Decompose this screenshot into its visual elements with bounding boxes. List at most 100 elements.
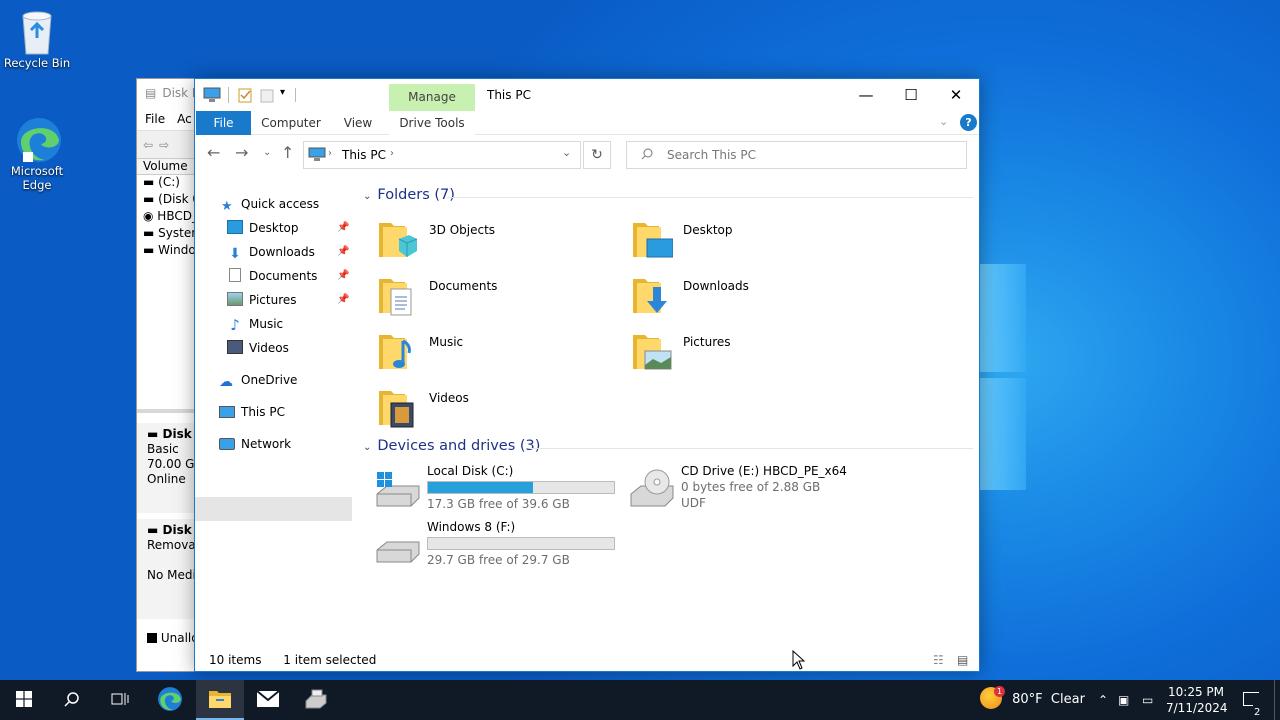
cd-drive-icon: [630, 469, 674, 507]
taskbar-mail[interactable]: [244, 680, 292, 720]
menu-action[interactable]: Ac: [177, 112, 192, 126]
recent-locations-chevron-icon[interactable]: ⌄: [263, 147, 271, 158]
tab-computer[interactable]: Computer: [259, 111, 323, 135]
nav-network[interactable]: Network: [219, 433, 291, 455]
cloud-icon: ☁: [219, 374, 233, 390]
meet-now-icon[interactable]: ▣: [1118, 680, 1134, 720]
properties-icon[interactable]: [237, 87, 253, 106]
folder-documents[interactable]: Documents: [377, 273, 627, 321]
file-explorer-icon: [209, 691, 231, 708]
task-view-button[interactable]: [96, 680, 144, 720]
devices-group-header[interactable]: ⌄ Devices and drives (3): [363, 438, 540, 454]
manage-context-tab[interactable]: Manage: [389, 84, 475, 111]
tab-drive-tools[interactable]: Drive Tools: [389, 111, 475, 135]
recycle-bin-icon: [15, 8, 59, 55]
edge-icon: [15, 116, 61, 162]
up-arrow-icon[interactable]: ↑: [281, 143, 294, 162]
expand-ribbon-icon[interactable]: ⌄: [939, 115, 948, 128]
taskbar-disk-management[interactable]: [292, 680, 340, 720]
picture-icon: [227, 292, 243, 306]
weather-widget[interactable]: 1 80°F Clear: [980, 680, 1086, 720]
drive-f[interactable]: Windows 8 (F:) 29.7 GB free of 29.7 GB: [375, 520, 625, 572]
nav-downloads[interactable]: ⬇ Downloads: [227, 241, 315, 263]
folder-pictures[interactable]: Pictures: [631, 329, 881, 377]
drive-label: CD Drive (E:) HBCD_PE_x64: [681, 464, 847, 478]
nav-onedrive[interactable]: ☁ OneDrive: [219, 369, 297, 391]
breadcrumb-separator-icon[interactable]: ›: [328, 148, 332, 159]
folder-desktop[interactable]: Desktop: [631, 217, 881, 265]
drive-c[interactable]: Local Disk (C:) 17.3 GB free of 39.6 GB: [375, 464, 625, 516]
nav-videos[interactable]: Videos: [227, 337, 289, 359]
folder-music[interactable]: Music: [377, 329, 627, 377]
action-center-button[interactable]: 2: [1236, 680, 1266, 720]
qat-customize-icon[interactable]: ▾: [280, 87, 285, 98]
collapse-chevron-icon[interactable]: ⌄: [363, 191, 371, 202]
desktop-folder-icon: [633, 223, 673, 258]
search-button[interactable]: [48, 680, 96, 720]
show-desktop-button[interactable]: [1274, 680, 1280, 720]
drive-free-space: 29.7 GB free of 29.7 GB: [427, 553, 570, 567]
nav-this-pc[interactable]: This PC: [219, 401, 285, 423]
tiles-view-icon[interactable]: ▤: [957, 653, 968, 667]
network-tray-icon[interactable]: ▭: [1142, 680, 1160, 720]
close-button[interactable]: ✕: [933, 79, 979, 111]
pin-icon[interactable]: 📌: [337, 294, 349, 305]
film-icon: [227, 340, 243, 354]
drive-usage-bar: [427, 537, 615, 550]
clock[interactable]: 10:25 PM 7/11/2024: [1166, 680, 1228, 720]
taskbar: 1 80°F Clear ⌃ ▣ ▭ 10:25 PM 7/11/2024 2: [0, 680, 1280, 720]
help-button[interactable]: ?: [960, 114, 977, 131]
drive-e[interactable]: CD Drive (E:) HBCD_PE_x64 0 bytes free o…: [629, 464, 879, 516]
minimize-button[interactable]: —: [843, 79, 889, 111]
desktop-icon-recycle-bin[interactable]: Recycle Bin: [0, 8, 74, 70]
folder-label: Desktop: [683, 223, 733, 237]
start-button[interactable]: [0, 680, 48, 720]
forward-arrow-icon[interactable]: ⇨: [159, 138, 169, 152]
maximize-button[interactable]: ☐: [888, 79, 934, 111]
folder-downloads[interactable]: Downloads: [631, 273, 881, 321]
mail-icon: [256, 690, 280, 707]
search-input[interactable]: Search This PC: [626, 141, 967, 169]
breadcrumb-this-pc[interactable]: This PC: [342, 148, 386, 162]
disk-management-icon: [305, 689, 327, 709]
file-explorer-window[interactable]: ▾ Manage This PC — ☐ ✕ File Computer Vie…: [194, 78, 980, 672]
nav-documents[interactable]: Documents: [227, 265, 317, 287]
taskbar-file-explorer[interactable]: [196, 680, 244, 720]
nav-pictures[interactable]: Pictures: [227, 289, 297, 311]
ribbon-tabs: File Computer View Drive Tools ⌄ ?: [195, 111, 979, 135]
pin-icon[interactable]: 📌: [337, 246, 349, 257]
show-hidden-icons-chevron[interactable]: ⌃: [1095, 680, 1111, 720]
nav-desktop[interactable]: Desktop: [227, 217, 299, 239]
desktop-icon-edge[interactable]: Microsoft Edge: [0, 116, 74, 192]
menu-file[interactable]: File: [145, 112, 165, 126]
back-arrow-icon[interactable]: ⇦: [143, 138, 153, 152]
nav-quick-access[interactable]: ★ Quick access: [221, 193, 319, 215]
tab-view[interactable]: View: [339, 111, 377, 135]
breadcrumb-separator-icon[interactable]: ›: [390, 148, 394, 159]
address-box[interactable]: › This PC › ⌄: [303, 141, 581, 169]
tab-file[interactable]: File: [196, 111, 251, 135]
collapse-chevron-icon[interactable]: ⌄: [363, 442, 371, 453]
nav-selection-highlight: [195, 497, 352, 521]
explorer-titlebar[interactable]: ▾ Manage This PC — ☐ ✕: [195, 79, 979, 111]
qat-divider: [295, 88, 296, 102]
status-selection: 1 item selected: [283, 653, 377, 667]
folder-videos[interactable]: Videos: [377, 385, 627, 433]
address-dropdown-icon[interactable]: ⌄: [562, 146, 571, 159]
back-arrow-icon[interactable]: ←: [207, 143, 220, 162]
pin-icon[interactable]: 📌: [337, 222, 349, 233]
refresh-button[interactable]: ↻: [583, 141, 611, 169]
pin-icon[interactable]: 📌: [337, 270, 349, 281]
downloads-folder-icon: [633, 279, 667, 313]
nav-music[interactable]: ♪ Music: [227, 313, 283, 335]
computer-icon[interactable]: [203, 87, 221, 106]
details-view-icon[interactable]: ☷: [933, 653, 944, 667]
new-folder-icon[interactable]: [259, 87, 275, 106]
taskbar-edge[interactable]: [146, 680, 194, 720]
forward-arrow-icon[interactable]: →: [235, 143, 248, 162]
document-icon: [229, 268, 241, 282]
folders-group-header[interactable]: ⌄ Folders (7): [363, 187, 455, 203]
address-bar-row: ← → ⌄ ↑ › This PC › ⌄ ↻ Search This PC: [195, 135, 979, 175]
folder-3d-objects[interactable]: 3D Objects: [377, 217, 627, 265]
task-view-icon: [111, 693, 129, 705]
